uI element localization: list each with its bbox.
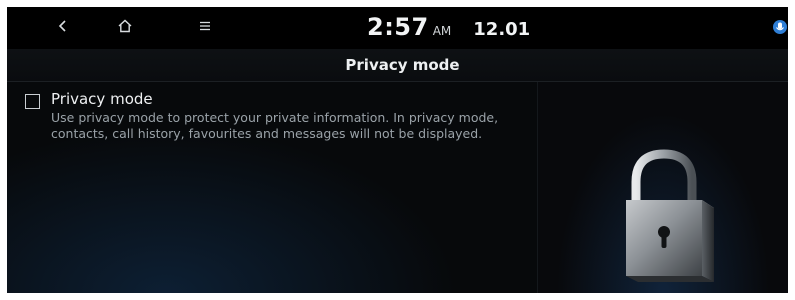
- privacy-mode-label: Privacy mode: [51, 90, 153, 108]
- clock-date: 12.01: [473, 19, 531, 40]
- chevron-left-icon: [58, 20, 66, 32]
- menu-button[interactable]: [185, 7, 225, 45]
- menu-icon: [200, 21, 210, 31]
- infotainment-screen: 2:57 AM 12.01 Privacy mode Privacy mode …: [7, 7, 788, 293]
- padlock-icon: [626, 149, 714, 282]
- page-header: Privacy mode: [7, 49, 788, 82]
- privacy-mode-description: Use privacy mode to protect your private…: [51, 110, 499, 141]
- privacy-mode-option[interactable]: Privacy mode Use privacy mode to protect…: [25, 90, 525, 150]
- back-button[interactable]: [43, 7, 83, 45]
- home-icon: [118, 19, 132, 33]
- privacy-mode-checkbox[interactable]: [25, 94, 40, 109]
- voice-assistant-icon[interactable]: [772, 19, 788, 35]
- clock-time: 2:57: [367, 13, 429, 41]
- page-title: Privacy mode: [345, 56, 460, 74]
- clock: 2:57 AM 12.01: [367, 13, 530, 45]
- settings-list: Privacy mode Use privacy mode to protect…: [7, 82, 537, 293]
- home-button[interactable]: [105, 7, 145, 45]
- illustration-panel: [538, 82, 788, 293]
- clock-ampm: AM: [432, 24, 452, 38]
- status-bar: 2:57 AM 12.01: [7, 7, 788, 49]
